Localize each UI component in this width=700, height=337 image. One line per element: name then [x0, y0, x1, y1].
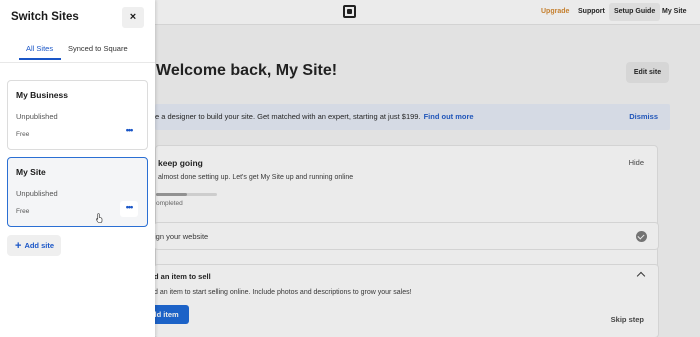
active-tab-indicator [19, 58, 61, 60]
site-status: Unpublished [16, 189, 58, 198]
tab-synced-to-square[interactable]: Synced to Square [68, 44, 128, 53]
more-options-icon[interactable]: ••• [120, 124, 138, 140]
site-status: Unpublished [16, 112, 58, 121]
site-card-my-business[interactable]: My Business Unpublished Free ••• [7, 80, 148, 150]
plus-icon: + [15, 240, 22, 252]
site-plan: Free [16, 208, 30, 215]
tabs-divider [0, 62, 155, 63]
site-name: My Site [16, 167, 46, 177]
panel-title: Switch Sites [11, 11, 79, 23]
close-icon: × [129, 11, 137, 23]
switch-sites-panel: Switch Sites × All Sites Synced to Squar… [0, 0, 155, 337]
overlay-dim[interactable] [155, 0, 700, 337]
site-plan: Free [16, 131, 30, 138]
site-card-my-site[interactable]: My Site Unpublished Free ••• [7, 157, 148, 227]
site-name: My Business [16, 90, 68, 100]
close-button[interactable]: × [122, 7, 144, 28]
hand-cursor-icon [96, 213, 103, 223]
add-site-label: Add site [24, 241, 55, 250]
more-options-icon[interactable]: ••• [120, 201, 138, 217]
tab-all-sites[interactable]: All Sites [26, 44, 53, 53]
add-site-button[interactable]: + Add site [7, 235, 61, 256]
